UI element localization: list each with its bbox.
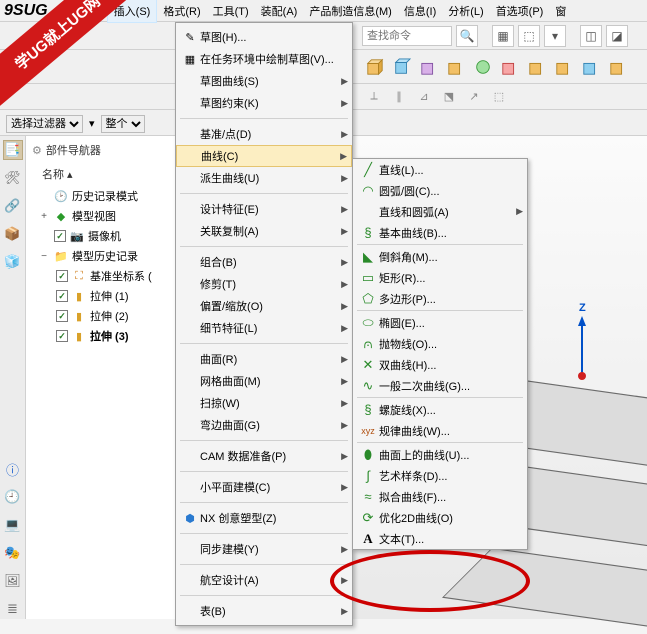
menu-offset[interactable]: 偏置/缩放(O)▶ <box>176 295 352 317</box>
sub-law-curve[interactable]: xyz规律曲线(W)... <box>353 420 527 441</box>
sub-parabola[interactable]: ⩀抛物线(O)... <box>353 333 527 354</box>
role-tab[interactable]: 🎭 <box>3 543 23 563</box>
sub-chamfer[interactable]: ◣倒斜角(M)... <box>353 246 527 267</box>
sub-line-arc[interactable]: 直线和圆弧(A)▶ <box>353 201 527 222</box>
menu-window[interactable]: 窗 <box>549 0 572 22</box>
menu-sketch-constraint[interactable]: 草图约束(K)▶ <box>176 92 352 114</box>
feature-icon[interactable] <box>417 55 441 79</box>
search-icon[interactable]: 🔍 <box>456 25 478 47</box>
selection-filter-select[interactable]: 选择过滤器 <box>6 115 83 133</box>
sub-arc[interactable]: ◠圆弧/圆(C)... <box>353 180 527 201</box>
menu-assembly[interactable]: 装配(A) <box>255 0 304 22</box>
layer-tab[interactable]: ≣ <box>3 599 23 619</box>
toolbar-btn-1[interactable]: ▦ <box>492 25 514 47</box>
menu-nx-create[interactable]: ⬢NX 创意塑型(Z) <box>176 507 352 529</box>
curve-submenu: ╱直线(L)... ◠圆弧/圆(C)... 直线和圆弧(A)▶ §基本曲线(B)… <box>352 158 528 550</box>
dim-icon[interactable]: ⟂ <box>363 86 385 108</box>
sub-curve-on-face[interactable]: ⬮曲面上的曲线(U)... <box>353 444 527 465</box>
hd3d-tab[interactable]: 🧊 <box>3 252 23 272</box>
menu-pmi[interactable]: 产品制造信息(M) <box>303 0 398 22</box>
feature-icon[interactable] <box>498 55 522 79</box>
menu-datum[interactable]: 基准/点(D)▶ <box>176 123 352 145</box>
toolbar-cube-2[interactable]: ◪ <box>606 25 628 47</box>
dim-icon[interactable]: ↗ <box>463 86 485 108</box>
menu-preferences[interactable]: 首选项(P) <box>490 0 550 22</box>
menu-detail[interactable]: 细节特征(L)▶ <box>176 317 352 339</box>
menu-tools[interactable]: 工具(T) <box>207 0 255 22</box>
feature-icon[interactable] <box>444 55 468 79</box>
menu-facet[interactable]: 小平面建模(C)▶ <box>176 476 352 498</box>
resource-bar: 📑 🛠 🔗 📦 🧊 ⓘ 🕘 💻 🎭 🖼 ≣ <box>0 136 26 619</box>
menu-design-feature[interactable]: 设计特征(E)▶ <box>176 198 352 220</box>
dim-icon[interactable]: ∥ <box>388 86 410 108</box>
render-tab[interactable]: 🖼 <box>3 571 23 591</box>
system-tab[interactable]: 💻 <box>3 515 23 535</box>
dim-icon[interactable]: ⊿ <box>413 86 435 108</box>
menu-aero[interactable]: 航空设计(A)▶ <box>176 569 352 591</box>
feature-icon[interactable] <box>552 55 576 79</box>
feature-icon[interactable] <box>579 55 603 79</box>
menu-derived-curve[interactable]: 派生曲线(U)▶ <box>176 167 352 189</box>
feature-icon[interactable] <box>606 55 630 79</box>
menu-format[interactable]: 格式(R) <box>157 0 206 22</box>
menu-cam[interactable]: CAM 数据准备(P)▶ <box>176 445 352 467</box>
menu-analysis[interactable]: 分析(L) <box>442 0 489 22</box>
sub-fit-curve[interactable]: ≈拟合曲线(F)... <box>353 486 527 507</box>
menu-sketch-curve[interactable]: 草图曲线(S)▶ <box>176 70 352 92</box>
menu-sweep[interactable]: 扫掠(W)▶ <box>176 392 352 414</box>
menu-assoc-copy[interactable]: 关联复制(A)▶ <box>176 220 352 242</box>
selection-scope-select[interactable]: 整个 <box>101 115 145 133</box>
toolbar-btn-2[interactable]: ⬚ <box>518 25 540 47</box>
sub-optimize-2d[interactable]: ⟳优化2D曲线(O) <box>353 507 527 528</box>
assembly-navigator-tab[interactable]: 🛠 <box>3 168 23 188</box>
sub-art-spline[interactable]: ∫艺术样条(D)... <box>353 465 527 486</box>
toolbar-cube-1[interactable]: ◫ <box>580 25 602 47</box>
menu-trim[interactable]: 修剪(T)▶ <box>176 273 352 295</box>
menu-combine[interactable]: 组合(B)▶ <box>176 251 352 273</box>
sub-polygon[interactable]: ⬠多边形(P)... <box>353 288 527 309</box>
feature-icon[interactable] <box>471 55 495 79</box>
feature-icon[interactable] <box>363 55 387 79</box>
sub-ellipse[interactable]: ⬭椭圆(E)... <box>353 312 527 333</box>
web-tab[interactable]: ⓘ <box>3 459 23 479</box>
menu-sync-model[interactable]: 同步建模(Y)▶ <box>176 538 352 560</box>
menu-sketch-env[interactable]: ▦在任务环境中绘制草图(V)... <box>176 48 352 70</box>
constraint-tab[interactable]: 🔗 <box>3 196 23 216</box>
command-search-input[interactable] <box>362 26 452 46</box>
sub-text[interactable]: A文本(T)... <box>353 528 527 549</box>
part-navigator-tab[interactable]: 📑 <box>3 140 23 160</box>
sub-line[interactable]: ╱直线(L)... <box>353 159 527 180</box>
menu-info[interactable]: 信息(I) <box>398 0 442 22</box>
sub-conic[interactable]: ∿一般二次曲线(G)... <box>353 375 527 396</box>
toolbar-btn-3[interactable]: ▾ <box>544 25 566 47</box>
menu-mesh-surface[interactable]: 网格曲面(M)▶ <box>176 370 352 392</box>
menu-surface[interactable]: 曲面(R)▶ <box>176 348 352 370</box>
dim-icon[interactable]: ⬔ <box>438 86 460 108</box>
dim-icon[interactable]: ⬚ <box>488 86 510 108</box>
sub-basic-curve[interactable]: §基本曲线(B)... <box>353 222 527 243</box>
site-tag: 9SUG <box>4 2 48 20</box>
history-tab[interactable]: 🕘 <box>3 487 23 507</box>
dropdown-arrow-icon: ▾ <box>89 117 95 130</box>
feature-icon[interactable] <box>390 55 414 79</box>
reuse-tab[interactable]: 📦 <box>3 224 23 244</box>
insert-menu-dropdown: ✎草图(H)... ▦在任务环境中绘制草图(V)... 草图曲线(S)▶ 草图约… <box>175 22 353 626</box>
menu-flange[interactable]: 弯边曲面(G)▶ <box>176 414 352 436</box>
menu-sketch[interactable]: ✎草图(H)... <box>176 26 352 48</box>
sub-helix[interactable]: §螺旋线(X)... <box>353 399 527 420</box>
sub-rectangle[interactable]: ▭矩形(R)... <box>353 267 527 288</box>
z-axis-indicator <box>557 316 607 386</box>
menu-curve[interactable]: 曲线(C)▶ <box>176 145 352 167</box>
model-slab <box>442 548 647 634</box>
sub-hyperbola[interactable]: ✕双曲线(H)... <box>353 354 527 375</box>
feature-icon[interactable] <box>525 55 549 79</box>
